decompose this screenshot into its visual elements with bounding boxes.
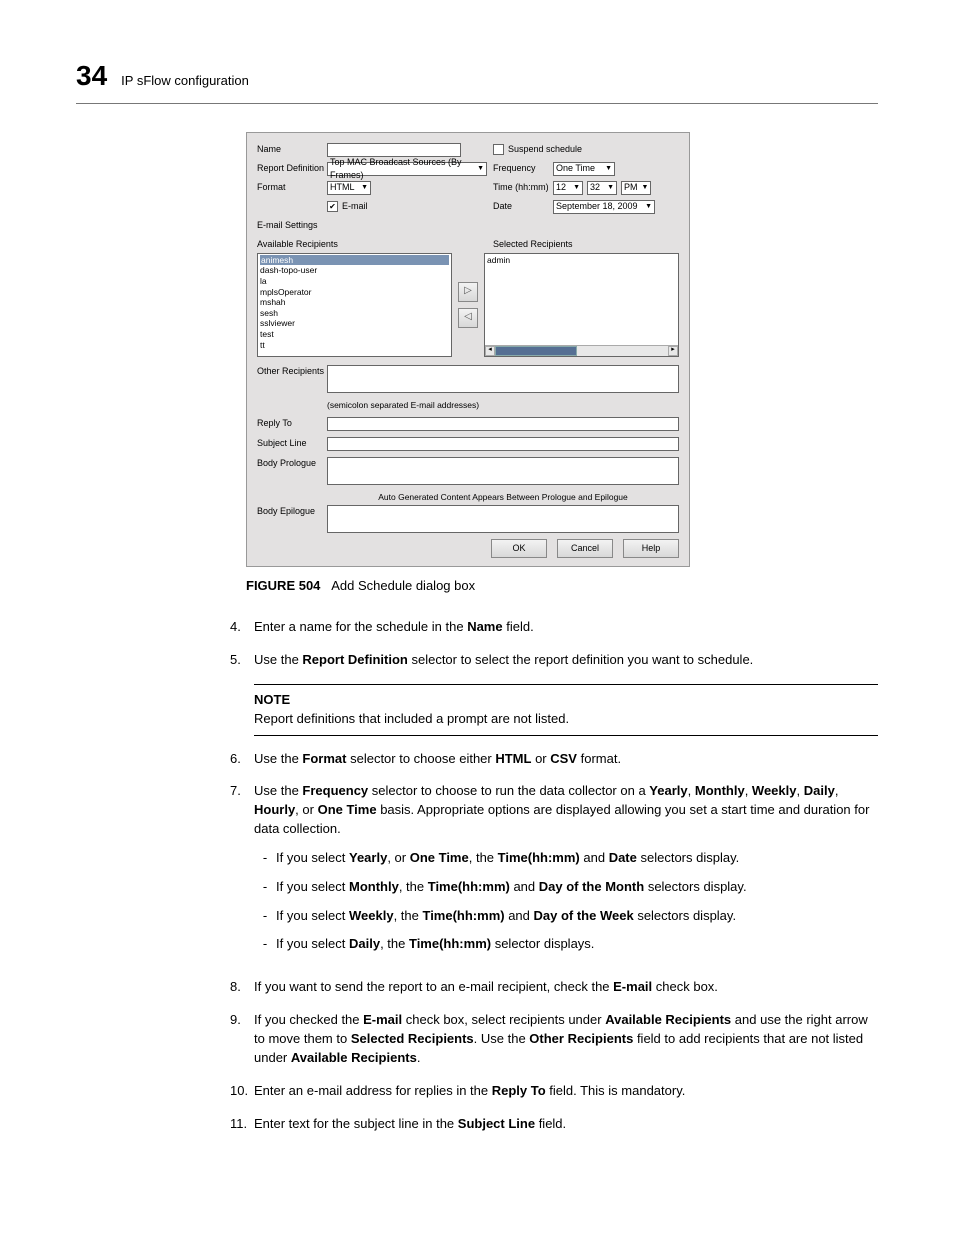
name-label: Name — [257, 143, 327, 156]
move-left-button[interactable]: ◁ — [458, 308, 478, 328]
step-8: 8. If you want to send the report to an … — [230, 978, 878, 997]
chevron-down-icon: ▼ — [573, 183, 580, 193]
email-label: E-mail — [342, 200, 368, 213]
page: 34 IP sFlow configuration Name Suspend s… — [0, 0, 954, 1235]
selected-recipients-listbox[interactable]: admin ◂ ▸ — [484, 253, 679, 357]
list-item[interactable]: sslviewer — [260, 318, 449, 329]
report-definition-select[interactable]: Top MAC Broadcast Sources (By Frames)▼ — [327, 162, 487, 176]
format-label: Format — [257, 181, 327, 194]
note-text: Report definitions that included a promp… — [254, 710, 878, 729]
scroll-right-icon[interactable]: ▸ — [668, 346, 678, 356]
time-ampm-select[interactable]: PM▼ — [621, 181, 651, 195]
chevron-down-icon: ▼ — [605, 164, 612, 174]
cancel-button[interactable]: Cancel — [557, 539, 613, 558]
help-button[interactable]: Help — [623, 539, 679, 558]
page-header: 34 IP sFlow configuration — [76, 56, 878, 104]
selected-recipients-label: Selected Recipients — [493, 238, 573, 251]
section-title: IP sFlow configuration — [121, 72, 249, 91]
list-item[interactable]: mplsOperator — [260, 287, 449, 298]
step-4: 4. Enter a name for the schedule in the … — [230, 618, 878, 637]
move-right-button[interactable]: ▷ — [458, 282, 478, 302]
chevron-down-icon: ▼ — [607, 183, 614, 193]
name-input[interactable] — [327, 143, 461, 157]
reply-to-label: Reply To — [257, 417, 327, 431]
body-epilogue-input[interactable] — [327, 505, 679, 533]
chevron-down-icon: ▼ — [642, 183, 649, 193]
list-item[interactable]: test — [260, 329, 449, 340]
list-item[interactable]: sesh — [260, 308, 449, 319]
scrollbar[interactable]: ◂ ▸ — [485, 345, 678, 356]
sub-item: - If you select Yearly, or One Time, the… — [254, 849, 878, 868]
step-10: 10. Enter an e-mail address for replies … — [230, 1082, 878, 1101]
email-settings-label: E-mail Settings — [257, 219, 679, 232]
frequency-select[interactable]: One Time▼ — [553, 162, 615, 176]
step-6: 6. Use the Format selector to choose eit… — [230, 750, 878, 769]
other-recipients-hint: (semicolon separated E-mail addresses) — [327, 399, 679, 411]
subject-line-input[interactable] — [327, 437, 679, 451]
chevron-down-icon: ▼ — [361, 183, 368, 193]
body-epilogue-label: Body Epilogue — [257, 505, 327, 533]
scroll-thumb[interactable] — [495, 346, 577, 356]
list-item[interactable]: la — [260, 276, 449, 287]
other-recipients-label: Other Recipients — [257, 365, 327, 393]
time-label: Time (hh:mm) — [493, 181, 553, 194]
step-9: 9. If you checked the E-mail check box, … — [230, 1011, 878, 1068]
list-item[interactable]: admin — [487, 255, 676, 266]
subject-line-label: Subject Line — [257, 437, 327, 451]
list-item[interactable]: dash-topo-user — [260, 265, 449, 276]
time-mm-select[interactable]: 32▼ — [587, 181, 617, 195]
list-item[interactable]: animesh — [260, 255, 449, 266]
step-5: 5. Use the Report Definition selector to… — [230, 651, 878, 670]
add-schedule-dialog: Name Suspend schedule Report Definition … — [246, 132, 690, 568]
page-number: 34 — [76, 56, 107, 97]
note-block: NOTE Report definitions that included a … — [254, 684, 878, 736]
report-definition-label: Report Definition — [257, 162, 327, 175]
note-heading: NOTE — [254, 691, 878, 710]
list-item[interactable]: tt — [260, 340, 449, 351]
frequency-label: Frequency — [493, 162, 553, 175]
suspend-schedule-label: Suspend schedule — [508, 143, 582, 156]
date-label: Date — [493, 200, 553, 213]
format-select[interactable]: HTML▼ — [327, 181, 371, 195]
time-hh-select[interactable]: 12▼ — [553, 181, 583, 195]
other-recipients-input[interactable] — [327, 365, 679, 393]
figure-add-schedule: Name Suspend schedule Report Definition … — [246, 132, 878, 568]
ok-button[interactable]: OK — [491, 539, 547, 558]
chevron-down-icon: ▼ — [645, 202, 652, 212]
reply-to-input[interactable] — [327, 417, 679, 431]
steps-list: 4. Enter a name for the schedule in the … — [230, 618, 878, 670]
suspend-schedule-checkbox[interactable] — [493, 144, 504, 155]
step-11: 11. Enter text for the subject line in t… — [230, 1115, 878, 1134]
available-recipients-listbox[interactable]: animesh dash-topo-user la mplsOperator m… — [257, 253, 452, 357]
available-recipients-label: Available Recipients — [257, 238, 493, 251]
date-select[interactable]: September 18, 2009▼ — [553, 200, 655, 214]
chevron-down-icon: ▼ — [477, 164, 484, 174]
figure-caption: FIGURE 504 Add Schedule dialog box — [246, 577, 878, 596]
auto-gen-hint: Auto Generated Content Appears Between P… — [327, 491, 679, 503]
body-prologue-label: Body Prologue — [257, 457, 327, 485]
steps-list-2: 6. Use the Format selector to choose eit… — [230, 750, 878, 1134]
sub-item: - If you select Monthly, the Time(hh:mm)… — [254, 878, 878, 897]
email-checkbox[interactable]: ✔ — [327, 201, 338, 212]
sub-item: - If you select Daily, the Time(hh:mm) s… — [254, 935, 878, 954]
scroll-left-icon[interactable]: ◂ — [485, 346, 495, 356]
body-prologue-input[interactable] — [327, 457, 679, 485]
sub-item: - If you select Weekly, the Time(hh:mm) … — [254, 907, 878, 926]
step-7: 7. Use the Frequency selector to choose … — [230, 782, 878, 964]
list-item[interactable]: mshah — [260, 297, 449, 308]
step-7-sublist: - If you select Yearly, or One Time, the… — [254, 849, 878, 954]
